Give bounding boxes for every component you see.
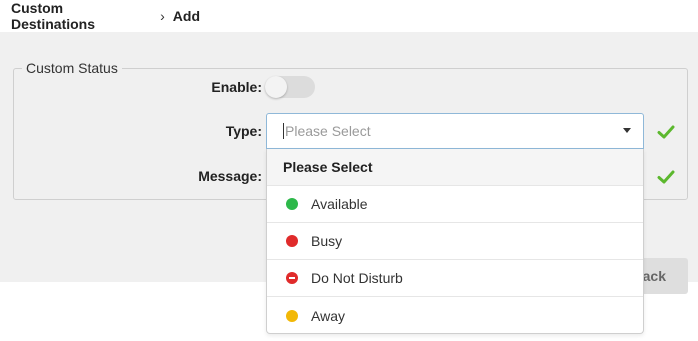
toggle-knob	[265, 76, 287, 98]
option-label: Please Select	[283, 159, 373, 175]
dropdown-option-do-not-disturb[interactable]: Do Not Disturb	[267, 260, 643, 297]
enable-toggle[interactable]	[265, 76, 315, 98]
back-button-label: ack	[642, 268, 666, 284]
check-icon	[657, 125, 675, 139]
breadcrumb-parent-link[interactable]: Custom Destinations	[11, 0, 150, 32]
option-label: Available	[311, 196, 368, 212]
breadcrumb: Custom Destinations › Add	[0, 0, 200, 32]
chevron-right-icon: ›	[160, 8, 165, 24]
available-status-icon	[286, 198, 298, 210]
option-label: Do Not Disturb	[311, 270, 403, 286]
option-label: Away	[311, 307, 345, 324]
away-status-icon	[286, 309, 298, 322]
message-label: Message:	[198, 168, 262, 184]
check-icon	[657, 170, 675, 184]
type-select-placeholder: Please Select	[285, 123, 371, 139]
option-label: Busy	[311, 233, 343, 249]
type-label: Type:	[225, 123, 262, 139]
dropdown-option-away[interactable]: Away	[267, 297, 643, 334]
dropdown-option-available[interactable]: Available	[267, 186, 643, 223]
type-dropdown-menu: Please Select Available Busy Do Not Dist…	[266, 149, 644, 334]
busy-status-icon	[286, 235, 298, 247]
text-cursor	[283, 123, 284, 139]
top-strip	[200, 0, 698, 32]
custom-status-legend: Custom Status	[26, 60, 118, 76]
dropdown-option-please-select[interactable]: Please Select	[267, 149, 643, 186]
breadcrumb-current: Add	[172, 8, 200, 24]
dropdown-option-busy[interactable]: Busy	[267, 223, 643, 260]
type-select[interactable]: Please Select	[266, 113, 644, 149]
do-not-disturb-icon	[286, 272, 298, 284]
enable-label: Enable:	[211, 79, 262, 95]
caret-down-icon[interactable]	[623, 128, 631, 133]
